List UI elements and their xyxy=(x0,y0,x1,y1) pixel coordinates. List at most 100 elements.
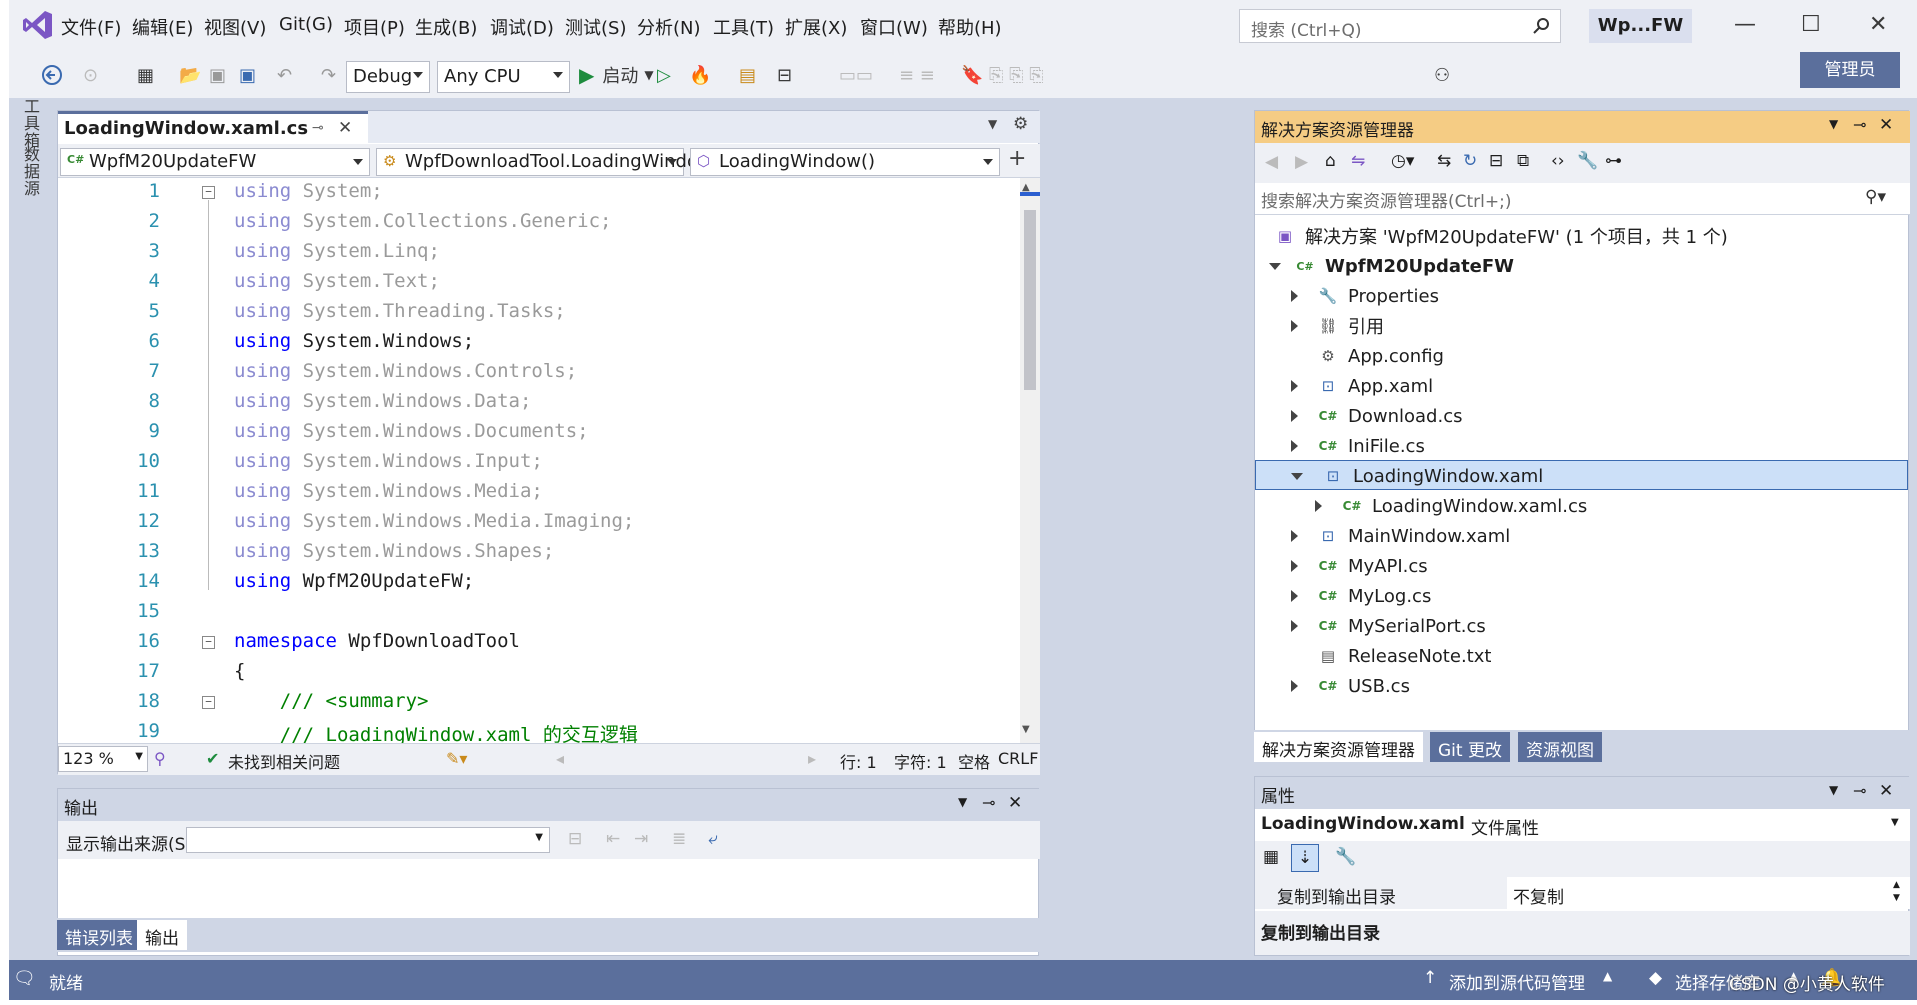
search-icon[interactable]: ⚲▾ xyxy=(1865,187,1886,207)
tree-item[interactable]: C# MySerialPort.cs xyxy=(1291,611,1486,641)
tree-item[interactable]: C# Download.cs xyxy=(1291,401,1462,431)
pin-icon[interactable]: ⊸ xyxy=(312,120,324,136)
tree-item[interactable]: ▤ ReleaseNote.txt xyxy=(1291,641,1492,671)
indent-icon[interactable]: ≡ ≡ xyxy=(899,61,935,89)
expand-arrow-icon[interactable] xyxy=(1291,620,1298,632)
platform-dropdown[interactable]: Any CPU xyxy=(437,61,570,93)
tree-item[interactable]: ⚙ App.config xyxy=(1291,341,1444,371)
pin-icon[interactable]: ⊸ xyxy=(1853,781,1866,800)
project-node[interactable]: C# WpfM20UpdateFW xyxy=(1269,251,1514,281)
tree-item[interactable]: C# MyAPI.cs xyxy=(1291,551,1428,581)
expand-arrow-icon[interactable] xyxy=(1291,530,1298,542)
open-file-icon[interactable]: 📂 xyxy=(179,61,201,89)
scroll-thumb[interactable] xyxy=(1024,210,1036,390)
notification-icon[interactable]: 🗨 xyxy=(13,968,36,989)
settings-gear-icon[interactable]: ⚙ xyxy=(1013,114,1028,134)
data-sources-tab[interactable]: 数据源 xyxy=(18,146,42,197)
collapse-arrow-icon[interactable] xyxy=(1269,262,1281,270)
property-value-cell[interactable]: 不复制 ▲ ▼ xyxy=(1507,877,1910,909)
categorized-icon[interactable]: ▦ xyxy=(1263,847,1279,867)
bookmark-nav-icon[interactable]: ⎘ ⎘ ⎘ xyxy=(989,61,1044,89)
menu-item[interactable]: 视图(V) xyxy=(204,14,266,40)
code-line[interactable]: using WpfM20UpdateFW; xyxy=(234,570,474,592)
resource-view-tab[interactable]: 资源视图 xyxy=(1518,732,1602,762)
code-line[interactable]: using System.Windows.Media; xyxy=(234,480,543,502)
tree-item[interactable]: C# LoadingWindow.xaml.cs xyxy=(1315,491,1587,521)
toolbox-tab[interactable]: 工具箱 xyxy=(18,98,42,149)
tree-item[interactable]: ⊡ MainWindow.xaml xyxy=(1291,521,1510,551)
code-line[interactable]: using System.Text; xyxy=(234,270,440,292)
pin-icon[interactable]: ⊸ xyxy=(982,793,995,812)
chevron-down-icon[interactable]: ▼ xyxy=(1829,117,1838,131)
new-project-icon[interactable]: ▦ xyxy=(137,61,154,89)
menu-item[interactable]: 调试(D) xyxy=(490,14,554,40)
line-ending-indicator[interactable]: CRLF xyxy=(998,749,1038,768)
refresh-icon[interactable]: ↻ xyxy=(1463,151,1477,171)
chevron-down-icon[interactable]: ▼ xyxy=(958,795,967,809)
start-button[interactable]: ▶ 启动 ▼ xyxy=(579,61,654,89)
document-tab[interactable]: LoadingWindow.xaml.cs ⊸ ✕ xyxy=(58,111,368,143)
back-icon[interactable]: ◀ xyxy=(1265,152,1278,172)
bookmark-icon[interactable]: 🔖 xyxy=(961,61,983,89)
issues-text[interactable]: 未找到相关问题 xyxy=(228,749,340,773)
fold-toggle-icon[interactable]: − xyxy=(202,636,215,649)
spinner-icon[interactable]: ▲ ▼ xyxy=(1893,879,1900,905)
maximize-icon[interactable]: ☐ xyxy=(1801,12,1821,37)
tree-item[interactable]: ⊡ LoadingWindow.xaml xyxy=(1291,461,1543,491)
pending-changes-icon[interactable]: ◷▾ xyxy=(1391,151,1414,171)
tree-item[interactable]: ⊡ App.xaml xyxy=(1291,371,1433,401)
git-changes-tab[interactable]: Git 更改 xyxy=(1430,732,1510,762)
alphabetical-icon[interactable]: ⇣ xyxy=(1291,844,1319,872)
code-line[interactable]: using System.Windows.Controls; xyxy=(234,360,577,382)
output-source-dropdown[interactable]: ▼ xyxy=(186,827,550,853)
code-line[interactable]: using System.Linq; xyxy=(234,240,440,262)
output-tab[interactable]: 输出 xyxy=(137,920,187,950)
code-line[interactable]: using System.Windows; xyxy=(234,330,474,352)
code-line[interactable]: using System.Windows.Shapes; xyxy=(234,540,554,562)
project-nav-dropdown[interactable]: C# WpfM20UpdateFW xyxy=(60,148,370,176)
code-line[interactable]: /// <summary> xyxy=(234,690,429,712)
redo-icon[interactable]: ↷ xyxy=(321,61,336,89)
properties-object-selector[interactable]: LoadingWindow.xaml 文件属性 ▼ xyxy=(1255,809,1910,841)
menu-item[interactable]: Git(G) xyxy=(279,14,333,35)
tree-item[interactable]: C# USB.cs xyxy=(1291,671,1410,701)
menu-item[interactable]: 帮助(H) xyxy=(938,14,1002,40)
close-icon[interactable]: ✕ xyxy=(1869,12,1887,37)
code-line[interactable]: using System.Collections.Generic; xyxy=(234,210,612,232)
find-message-icon[interactable]: ⊟ xyxy=(568,829,582,849)
prev-message-icon[interactable]: ⇤ xyxy=(606,829,620,849)
expand-arrow-icon[interactable] xyxy=(1291,410,1298,422)
menu-item[interactable]: 窗口(W) xyxy=(860,14,928,40)
screen-icon[interactable]: ⊟ xyxy=(777,61,792,89)
back-icon[interactable] xyxy=(41,61,63,89)
menu-item[interactable]: 项目(P) xyxy=(344,14,405,40)
tree-item[interactable]: ⛓ 引用 xyxy=(1291,311,1384,341)
code-line[interactable]: using System.Windows.Data; xyxy=(234,390,531,412)
sync-icon[interactable]: ⇆ xyxy=(1437,151,1451,171)
forward-icon[interactable]: ▶ xyxy=(1295,152,1308,172)
hot-reload-icon[interactable]: 🔥 xyxy=(689,61,711,89)
view-code-icon[interactable]: ‹› xyxy=(1551,151,1565,171)
expand-arrow-icon[interactable] xyxy=(1291,440,1298,452)
forward-icon[interactable]: ⊙ xyxy=(83,61,98,89)
code-line[interactable]: using System.Windows.Input; xyxy=(234,450,543,472)
menu-item[interactable]: 扩展(X) xyxy=(785,14,847,40)
preview-icon[interactable]: ⊶ xyxy=(1605,151,1622,171)
expand-arrow-icon[interactable] xyxy=(1291,320,1298,332)
live-share-icon[interactable]: ⚇ xyxy=(1434,61,1450,89)
close-icon[interactable]: ✕ xyxy=(1879,781,1893,801)
pin-icon[interactable]: ⊸ xyxy=(1853,115,1866,134)
close-tab-icon[interactable]: ✕ xyxy=(338,118,352,138)
expand-arrow-icon[interactable] xyxy=(1291,590,1298,602)
close-icon[interactable]: ✕ xyxy=(1879,115,1893,135)
next-message-icon[interactable]: ⇥ xyxy=(634,829,648,849)
solution-explorer-tab[interactable]: 解决方案资源管理器 xyxy=(1254,732,1423,762)
expand-arrow-icon[interactable] xyxy=(1291,380,1298,392)
properties-wrench-icon[interactable]: 🔧 xyxy=(1577,151,1598,171)
minimize-icon[interactable]: — xyxy=(1734,12,1756,37)
code-line[interactable]: using System.Windows.Media.Imaging; xyxy=(234,510,634,532)
expand-arrow-icon[interactable] xyxy=(1315,500,1322,512)
code-line[interactable]: namespace WpfDownloadTool xyxy=(234,630,520,652)
properties-wrench-icon[interactable]: 🔧 xyxy=(1335,847,1356,867)
expand-arrow-icon[interactable] xyxy=(1291,680,1298,692)
